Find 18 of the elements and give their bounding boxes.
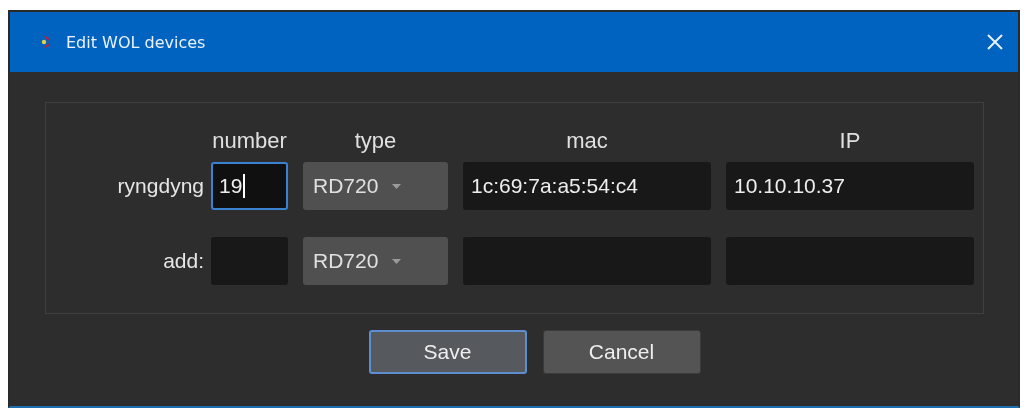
column-header: number [211,128,288,154]
window-title: Edit WOL devices [66,32,207,52]
type-dropdown[interactable]: RD720 [303,237,448,285]
row-label: add: [162,249,204,273]
dialog-button[interactable]: Cancel [542,330,701,374]
dropdown-caret-icon [392,258,402,264]
type-dropdown[interactable]: RD720 [303,162,448,210]
column-header: IP [838,128,862,154]
number-field[interactable]: 19 [211,162,288,210]
dropdown-caret-icon [392,183,402,189]
mac-field[interactable]: 1c:69:7a:a5:54:c4 [463,162,711,210]
row-label: ryngdyng [116,174,204,198]
close-icon[interactable] [986,33,1004,51]
column-header: type [353,128,398,154]
ip-field[interactable]: 10.10.10.37 [726,162,974,210]
column-header: mac [565,128,609,154]
dialog-button[interactable]: Save [368,330,527,374]
app-icon [40,35,52,49]
